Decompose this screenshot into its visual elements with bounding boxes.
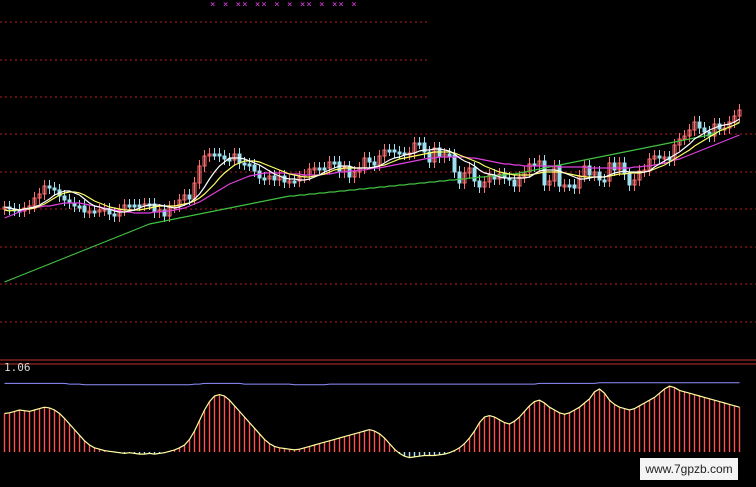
candle-body	[372, 161, 377, 166]
moving-average-lines	[4, 118, 740, 283]
candle-body	[82, 205, 87, 213]
top-markers: × × ×× ×× × × ×× × ×× ×	[210, 0, 358, 10]
ma-very-long-line	[4, 122, 740, 283]
candle-body	[512, 179, 517, 187]
ma-mid-line	[4, 121, 740, 212]
candle-body	[367, 157, 372, 163]
candle-body	[187, 194, 192, 200]
candle-body	[282, 175, 287, 183]
candle-body	[62, 195, 67, 201]
candle-body	[77, 205, 82, 209]
candle-body	[247, 163, 252, 167]
watermark: www.7gpzb.com	[640, 458, 738, 480]
candle-body	[387, 149, 392, 153]
candle-body	[572, 184, 577, 189]
candle-body	[702, 127, 707, 133]
chart-canvas	[0, 21, 756, 459]
candle-body	[612, 162, 617, 171]
oscillator-reference-line	[4, 382, 740, 386]
candle-body	[132, 204, 137, 208]
candle-body	[292, 180, 297, 184]
candle-body	[597, 171, 602, 181]
stock-chart: × × ×× ×× × × ×× × ×× × 1.06 www.7gpzb.c…	[0, 0, 756, 487]
candle-body	[332, 161, 337, 165]
candle-body	[477, 180, 482, 188]
candlestick-series	[2, 104, 742, 222]
candle-body	[602, 179, 607, 183]
candle-body	[317, 167, 322, 171]
candle-body	[217, 153, 222, 157]
candle-body	[92, 210, 97, 214]
candle-body	[627, 173, 632, 186]
candle-body	[392, 149, 397, 153]
candle-body	[542, 160, 547, 186]
ma-short-line	[4, 118, 740, 213]
oscillator-series	[3, 382, 741, 459]
candle-body	[447, 153, 452, 157]
candle-body	[212, 153, 217, 157]
candle-body	[242, 162, 247, 166]
candle-body	[472, 167, 477, 182]
candle-body	[112, 213, 117, 217]
candle-body	[417, 142, 422, 146]
candle-body	[697, 121, 702, 129]
candle-body	[397, 151, 402, 155]
candle-body	[262, 177, 267, 181]
candle-body	[322, 167, 327, 171]
candle-body	[127, 204, 132, 208]
candle-body	[567, 184, 572, 188]
candle-body	[137, 204, 142, 208]
candle-body	[457, 171, 462, 184]
candle-body	[52, 187, 57, 191]
candle-body	[557, 165, 562, 187]
candle-body	[272, 175, 277, 181]
oscillator-scale-label: 1.06	[4, 361, 31, 374]
candle-body	[222, 155, 227, 160]
candle-body	[657, 155, 662, 159]
candle-body	[252, 164, 257, 172]
candle-body	[47, 185, 52, 189]
